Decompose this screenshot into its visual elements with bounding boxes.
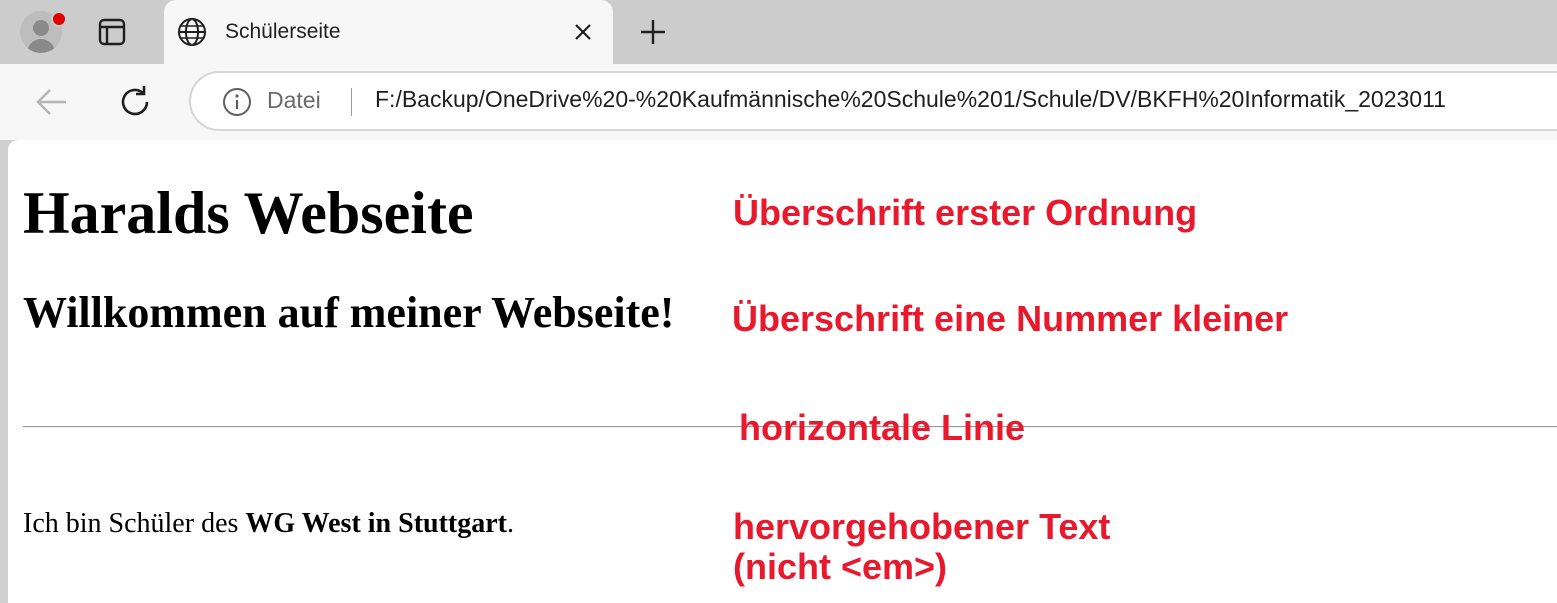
- profile-body: [27, 39, 55, 53]
- page-paragraph: Ich bin Schüler des WG West in Stuttgart…: [23, 510, 514, 538]
- paragraph-bold-text: WG West in Stuttgart: [245, 508, 507, 539]
- annotation-strong-line2: (nicht <em>): [733, 546, 948, 588]
- annotation-hr: horizontale Linie: [739, 407, 1026, 448]
- tab-active[interactable]: Schülerseite: [164, 0, 613, 64]
- tab-strip: Schülerseite: [0, 0, 1557, 64]
- security-chip[interactable]: Datei: [267, 87, 321, 114]
- profile-avatar-icon[interactable]: [20, 11, 67, 53]
- paragraph-text-after: .: [507, 508, 514, 539]
- info-icon[interactable]: [222, 87, 252, 117]
- page-heading-2: Willkommen auf meiner Webseite!: [23, 288, 675, 337]
- page-viewport: Haralds Webseite Überschrift erster Ordn…: [8, 140, 1557, 603]
- paragraph-text-before: Ich bin Schüler des: [23, 508, 246, 539]
- plus-icon[interactable]: [638, 17, 668, 47]
- annotation-strong-line1: hervorgehobener Text: [733, 506, 1111, 547]
- tab-actions-icon[interactable]: [96, 18, 128, 46]
- tab-title: Schülerseite: [225, 20, 341, 43]
- url-text[interactable]: F:/Backup/OneDrive%20-%20Kaufmännische%2…: [375, 86, 1446, 113]
- browser-toolbar: Datei F:/Backup/OneDrive%20-%20Kaufmänni…: [0, 64, 1557, 140]
- address-separator: [351, 88, 352, 116]
- notification-dot: [51, 11, 67, 27]
- globe-icon: [176, 16, 208, 53]
- reload-icon[interactable]: [116, 83, 154, 121]
- profile-head: [33, 20, 49, 36]
- annotation-h2: Überschrift eine Nummer kleiner: [732, 298, 1289, 339]
- annotation-h1: Überschrift erster Ordnung: [733, 192, 1198, 233]
- address-bar[interactable]: Datei F:/Backup/OneDrive%20-%20Kaufmänni…: [189, 71, 1557, 131]
- back-arrow-icon[interactable]: [34, 84, 70, 120]
- close-icon[interactable]: [571, 20, 595, 44]
- annotation-strong: hervorgehobener Text (nicht <em>): [733, 506, 1111, 588]
- page-heading-1: Haralds Webseite: [23, 180, 474, 246]
